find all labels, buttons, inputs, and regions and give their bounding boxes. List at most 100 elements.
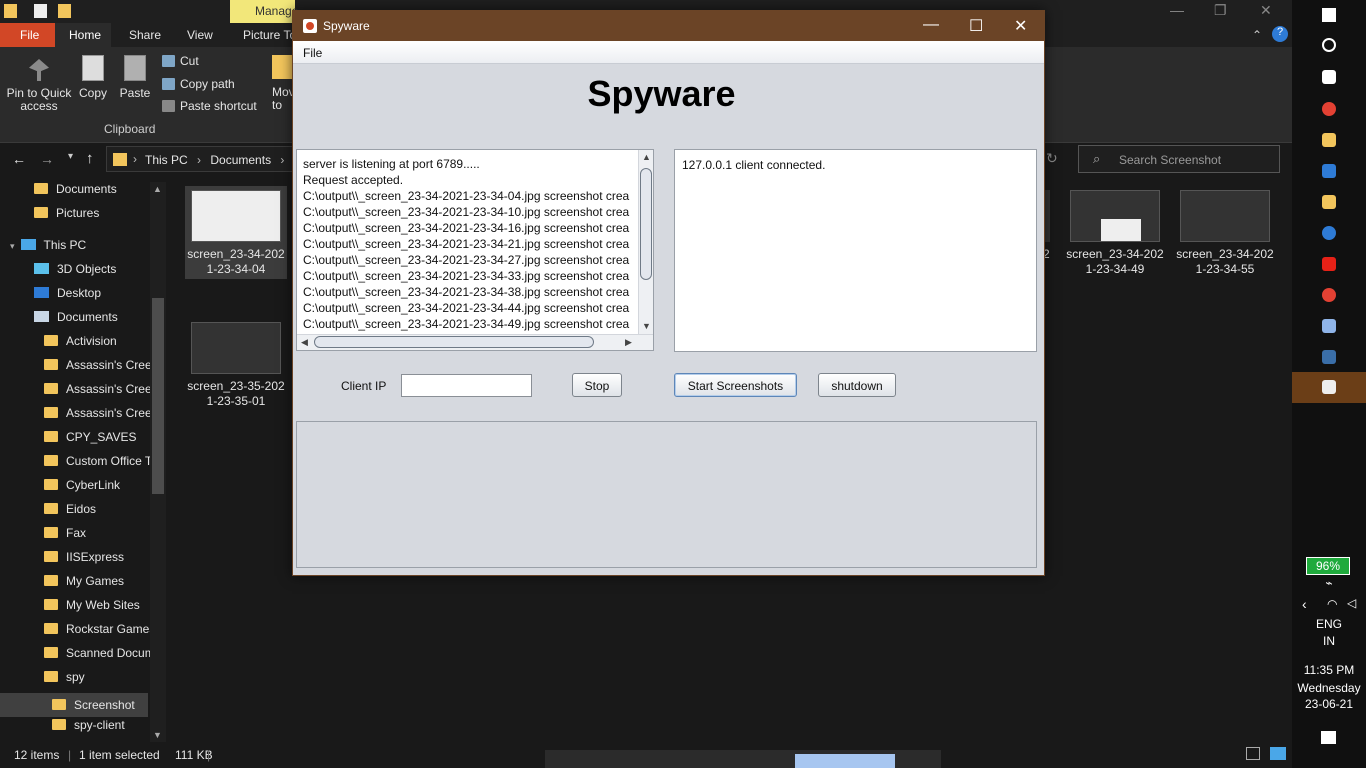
- move-to-button[interactable]: Mov to: [272, 55, 295, 112]
- manage-tab[interactable]: Manage: [230, 0, 298, 23]
- log-horizontal-scroll-thumb[interactable]: [314, 336, 594, 348]
- battery-indicator[interactable]: 96%: [1306, 557, 1350, 575]
- chevron-down-icon[interactable]: ▾: [10, 241, 15, 251]
- windows-start-icon[interactable]: [1322, 8, 1336, 22]
- scroll-up-icon[interactable]: ▲: [153, 184, 162, 194]
- mail-icon[interactable]: [1322, 164, 1336, 178]
- nav-item-fax[interactable]: Fax: [44, 526, 86, 550]
- show-hidden-icons-icon[interactable]: ‹: [1302, 596, 1307, 612]
- breadcrumb-documents[interactable]: Documents: [210, 153, 271, 167]
- stop-button[interactable]: Stop: [572, 373, 622, 397]
- paste-shortcut-button[interactable]: Paste shortcut: [162, 99, 257, 113]
- action-center-icon[interactable]: [1321, 731, 1336, 744]
- scroll-right-icon[interactable]: ▶: [625, 337, 632, 348]
- clock-date[interactable]: 23-06-21: [1292, 697, 1366, 711]
- nav-item-activision[interactable]: Activision: [44, 334, 117, 358]
- help-icon[interactable]: ?: [1272, 26, 1288, 42]
- nav-item-my-web-sites[interactable]: My Web Sites: [44, 598, 140, 622]
- youtube-icon[interactable]: [1322, 257, 1336, 271]
- nav-item-my-games[interactable]: My Games: [44, 574, 124, 598]
- file-name[interactable]: screen_23-34-202 1-23-34-55: [1170, 247, 1280, 277]
- file-name[interactable]: screen_23-34-202 1-23-34-04: [181, 247, 291, 277]
- copy-button[interactable]: Copy: [76, 55, 110, 100]
- nav-item-cyberlink[interactable]: CyberLink: [44, 478, 120, 502]
- 3d-app-icon[interactable]: [1322, 319, 1336, 333]
- teamviewer-icon[interactable]: [1322, 226, 1336, 240]
- pin-quick-access-button[interactable]: Pin to Quick access: [6, 59, 72, 113]
- log-vertical-scroll-thumb[interactable]: [640, 168, 652, 280]
- chrome-icon[interactable]: [1322, 102, 1336, 116]
- file-explorer-icon[interactable]: [1322, 195, 1336, 209]
- nav-scrollbar-thumb[interactable]: [152, 298, 164, 494]
- nav-item-desktop[interactable]: Desktop: [34, 286, 101, 310]
- region-indicator[interactable]: IN: [1292, 634, 1366, 648]
- scroll-up-icon[interactable]: ▲: [642, 152, 651, 162]
- tab-share[interactable]: Share: [129, 28, 161, 42]
- file-name[interactable]: screen_23-35-202 1-23-35-01: [181, 379, 291, 409]
- file-thumbnail[interactable]: [191, 322, 281, 374]
- close-icon[interactable]: ✕: [1260, 2, 1272, 19]
- task-view-icon[interactable]: [1322, 70, 1336, 84]
- volume-icon[interactable]: ◁: [1347, 596, 1356, 610]
- network-app-icon[interactable]: [1322, 350, 1336, 364]
- details-view-icon[interactable]: [1246, 747, 1260, 760]
- paste-button[interactable]: Paste: [118, 55, 152, 100]
- tab-picture-tools[interactable]: Picture To: [243, 28, 296, 42]
- client-status-textarea[interactable]: 127.0.0.1 client connected.: [674, 149, 1037, 352]
- file-thumbnail[interactable]: [191, 190, 281, 242]
- scroll-down-icon[interactable]: ▼: [153, 730, 162, 740]
- spyware-title-bar[interactable]: Spyware — ☐ ✕: [293, 11, 1044, 41]
- scroll-left-icon[interactable]: ◀: [301, 337, 308, 348]
- new-folder-icon[interactable]: [58, 4, 71, 18]
- copy-path-button[interactable]: Copy path: [162, 77, 235, 91]
- address-bar[interactable]: › This PC › Documents ›: [106, 146, 306, 172]
- client-ip-input[interactable]: [401, 374, 532, 397]
- file-thumbnail[interactable]: [1070, 190, 1160, 242]
- properties-icon[interactable]: [34, 4, 47, 18]
- wifi-icon[interactable]: ◠: [1327, 597, 1337, 611]
- chevron-up-icon[interactable]: ⌃: [1252, 28, 1262, 42]
- language-indicator[interactable]: ENG: [1292, 617, 1366, 631]
- menu-file[interactable]: File: [303, 46, 322, 60]
- chrome-icon[interactable]: [1322, 288, 1336, 302]
- minimize-icon[interactable]: —: [923, 16, 939, 34]
- nav-item-documents-pc[interactable]: Documents: [34, 310, 118, 334]
- nav-item-cpy-saves[interactable]: CPY_SAVES: [44, 430, 136, 454]
- nav-item-assassins-creed-2[interactable]: Assassin's Creed: [44, 382, 150, 406]
- notification-button[interactable]: [795, 754, 895, 768]
- nav-item-3d-objects[interactable]: 3D Objects: [34, 262, 116, 286]
- minimize-icon[interactable]: —: [1170, 2, 1184, 18]
- clock-time[interactable]: 11:35 PM: [1292, 663, 1366, 677]
- cut-button[interactable]: Cut: [162, 54, 199, 68]
- nav-item-assassins-creed-3[interactable]: Assassin's Creed: [44, 406, 150, 430]
- recent-locations-icon[interactable]: ▾: [68, 151, 73, 162]
- tab-file[interactable]: File: [0, 23, 55, 47]
- tab-home[interactable]: Home: [55, 23, 111, 47]
- nav-item-documents[interactable]: Documents: [34, 182, 117, 206]
- nav-item-spy-client[interactable]: spy-client: [52, 718, 125, 742]
- back-icon[interactable]: ←: [12, 151, 26, 167]
- maximize-icon[interactable]: ❐: [1214, 2, 1227, 19]
- search-icon[interactable]: [1322, 38, 1336, 52]
- maximize-icon[interactable]: ☐: [969, 16, 983, 36]
- shutdown-button[interactable]: shutdown: [818, 373, 896, 397]
- nav-item-iisexpress[interactable]: IISExpress: [44, 550, 124, 574]
- refresh-icon[interactable]: ↻: [1041, 146, 1071, 172]
- nav-item-pictures[interactable]: Pictures: [34, 206, 99, 230]
- tab-view[interactable]: View: [187, 28, 213, 42]
- file-thumbnail[interactable]: [1180, 190, 1270, 242]
- breadcrumb-this-pc[interactable]: This PC: [145, 153, 188, 167]
- nav-item-rockstar-games[interactable]: Rockstar Games: [44, 622, 155, 646]
- server-log-textarea[interactable]: server is listening at port 6789..... Re…: [296, 149, 654, 351]
- up-icon[interactable]: ↑: [86, 150, 94, 167]
- forward-icon[interactable]: →: [40, 151, 54, 167]
- nav-item-spy[interactable]: spy: [44, 670, 85, 694]
- file-name[interactable]: screen_23-34-202 1-23-34-49: [1060, 247, 1170, 277]
- nav-item-custom-office[interactable]: Custom Office Te: [44, 454, 150, 478]
- search-input[interactable]: ⌕ Search Screenshot: [1078, 145, 1280, 173]
- nav-item-screenshot[interactable]: Screenshot: [0, 693, 148, 717]
- nav-item-scanned-documents[interactable]: Scanned Docum: [44, 646, 150, 670]
- large-icons-view-icon[interactable]: [1270, 747, 1286, 760]
- nav-item-eidos[interactable]: Eidos: [44, 502, 96, 526]
- nav-item-this-pc[interactable]: ▾ This PC: [10, 238, 86, 262]
